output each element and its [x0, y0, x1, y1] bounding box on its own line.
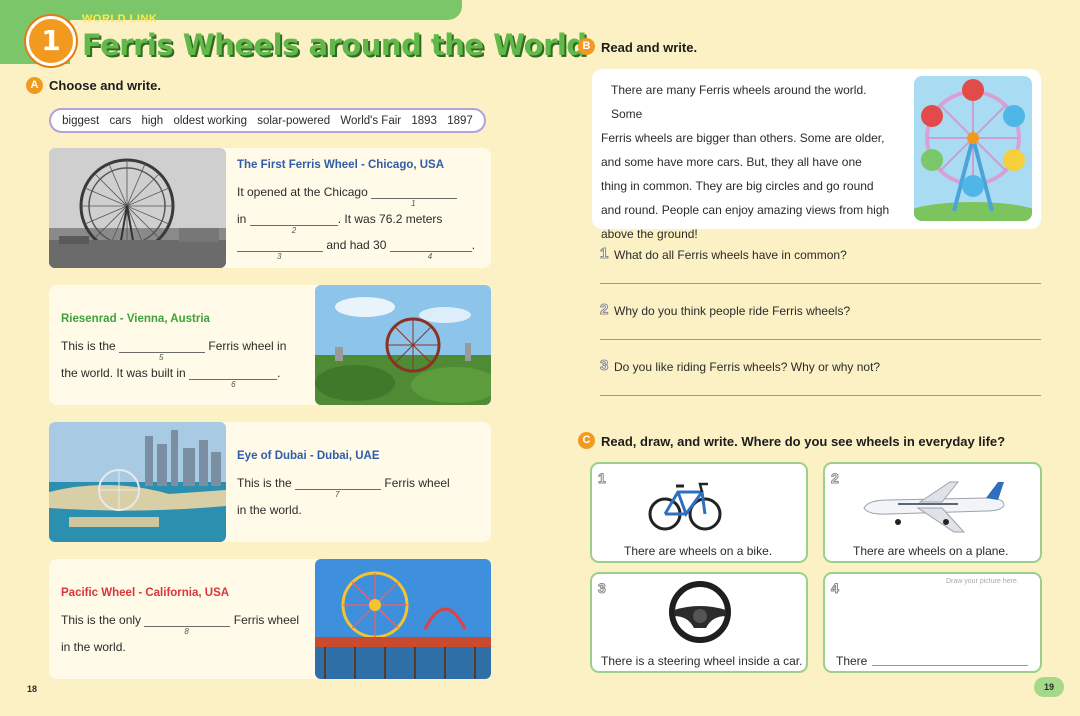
blank-number: 4	[427, 252, 433, 261]
blank-number: 2	[291, 226, 297, 235]
item-caption: There	[836, 654, 868, 668]
passage-line: and round. People can enjoy amazing view…	[601, 203, 890, 217]
chicago-title: The First Ferris Wheel - Chicago, USA	[237, 159, 445, 171]
answer-blank-4[interactable]: 4	[389, 239, 472, 261]
blank-number: 3	[277, 252, 282, 261]
answer-blank-7[interactable]: 7	[295, 477, 382, 499]
passage-line: above the ground!	[601, 227, 698, 241]
vienna-title: Riesenrad - Vienna, Austria	[61, 313, 210, 325]
word-bank-item: oldest working	[173, 114, 247, 127]
text: It opened at the Chicago	[237, 185, 368, 199]
bicycle-icon	[648, 476, 722, 539]
answer-blank-3[interactable]: 3	[237, 239, 323, 261]
passage-line: and some have more cars. But, they all h…	[601, 155, 862, 169]
section-a-badge: A	[26, 77, 43, 94]
word-bank-item: 1897	[447, 114, 473, 127]
page-title: Ferris Wheels around the World	[82, 28, 587, 62]
airplane-icon	[858, 478, 1008, 539]
chicago-line-3: 3 and had 30 4.	[237, 238, 476, 261]
question-number: 2	[599, 301, 609, 319]
pacific-photo	[315, 559, 491, 679]
question-text: Why do you think people ride Ferris whee…	[614, 304, 851, 318]
question-number: 3	[599, 357, 609, 375]
answer-line-3[interactable]	[600, 395, 1041, 396]
text: Ferris wheel	[233, 613, 300, 627]
dubai-line-2: in the world.	[237, 503, 302, 517]
series-label: WORLD LINK	[82, 13, 158, 25]
text: . It was 76.2 meters	[337, 212, 443, 226]
blank-number: 1	[411, 199, 416, 208]
dubai-photo	[49, 422, 226, 542]
unit-badge: 1	[26, 16, 76, 66]
chicago-line-2: in 2 . It was 76.2 meters	[237, 212, 443, 235]
word-bank-item: high	[141, 114, 164, 127]
text: and had 30	[326, 238, 387, 252]
pacific-line-1: This is the only 8 Ferris wheel	[61, 613, 300, 636]
blank-number: 8	[184, 627, 189, 636]
text: in	[237, 212, 247, 226]
vienna-line-2: the world. It was built in 6.	[61, 366, 281, 389]
question-number: 1	[599, 245, 609, 263]
passage-line: There are many Ferris wheels around the …	[611, 83, 867, 121]
question-text: Do you like riding Ferris wheels? Why or…	[614, 360, 881, 374]
vienna-line-1: This is the 5 Ferris wheel in	[61, 339, 287, 362]
text: the world. It was built in	[61, 366, 186, 380]
ferris-wheel-illustration	[914, 76, 1032, 221]
text: .	[471, 238, 476, 252]
word-bank-item: cars	[109, 114, 132, 127]
section-c-instruction: Read, draw, and write. Where do you see …	[601, 434, 1006, 449]
text: This is the	[61, 339, 116, 353]
answer-blank-1[interactable]: 1	[371, 186, 458, 208]
draw-hint: Draw your picture here.	[946, 578, 1019, 585]
item-number: 3	[598, 580, 607, 597]
item-caption: There are wheels on a bike.	[624, 544, 773, 558]
text: This is the only	[61, 613, 142, 627]
page-number-left: 18	[27, 684, 38, 694]
word-bank-item: World's Fair	[340, 114, 402, 127]
answer-blank-8[interactable]: 8	[144, 614, 231, 636]
reading-passage: There are many Ferris wheels around the …	[601, 78, 901, 246]
answer-line-4[interactable]	[872, 665, 1028, 666]
vienna-photo	[315, 285, 491, 405]
item-number: 2	[831, 470, 840, 487]
answer-line-2[interactable]	[600, 339, 1041, 340]
word-bank: biggest cars high oldest working solar-p…	[49, 108, 486, 133]
chicago-photo	[49, 148, 226, 268]
blank-number: 7	[335, 490, 340, 499]
item-caption: There are wheels on a plane.	[853, 544, 1009, 558]
pacific-line-2: in the world.	[61, 640, 126, 654]
text: This is the	[237, 476, 292, 490]
blank-number: 5	[159, 353, 164, 362]
passage-line: thing in common. They are big circles an…	[601, 179, 874, 193]
dubai-line-1: This is the 7 Ferris wheel	[237, 476, 450, 499]
blank-number: 6	[231, 380, 236, 389]
header-band	[0, 0, 462, 20]
page-number-right: 19	[1034, 677, 1064, 697]
chicago-line-1: It opened at the Chicago 1	[237, 185, 458, 208]
item-number: 1	[598, 470, 607, 487]
dubai-title: Eye of Dubai - Dubai, UAE	[237, 450, 380, 462]
section-a-instruction: Choose and write.	[49, 78, 161, 93]
answer-blank-5[interactable]: 5	[119, 340, 206, 362]
answer-blank-6[interactable]: 6	[189, 367, 278, 389]
passage-line: Ferris wheels are bigger than others. So…	[601, 131, 885, 145]
item-number: 4	[831, 580, 840, 597]
pacific-title: Pacific Wheel - California, USA	[61, 587, 230, 599]
word-bank-item: 1893	[411, 114, 437, 127]
section-c-badge: C	[578, 432, 595, 449]
item-caption: There is a steering wheel inside a car.	[601, 654, 803, 668]
text: .	[277, 366, 281, 380]
answer-line-1[interactable]	[600, 283, 1041, 284]
word-bank-item: solar-powered	[257, 114, 331, 127]
steering-wheel-icon	[668, 580, 732, 649]
question-text: What do all Ferris wheels have in common…	[614, 248, 847, 262]
word-bank-item: biggest	[62, 114, 100, 127]
section-b-badge: B	[578, 38, 595, 55]
section-b-instruction: Read and write.	[601, 40, 698, 55]
text: Ferris wheel in	[208, 339, 287, 353]
answer-blank-2[interactable]: 2	[249, 213, 338, 235]
text: Ferris wheel	[384, 476, 450, 490]
